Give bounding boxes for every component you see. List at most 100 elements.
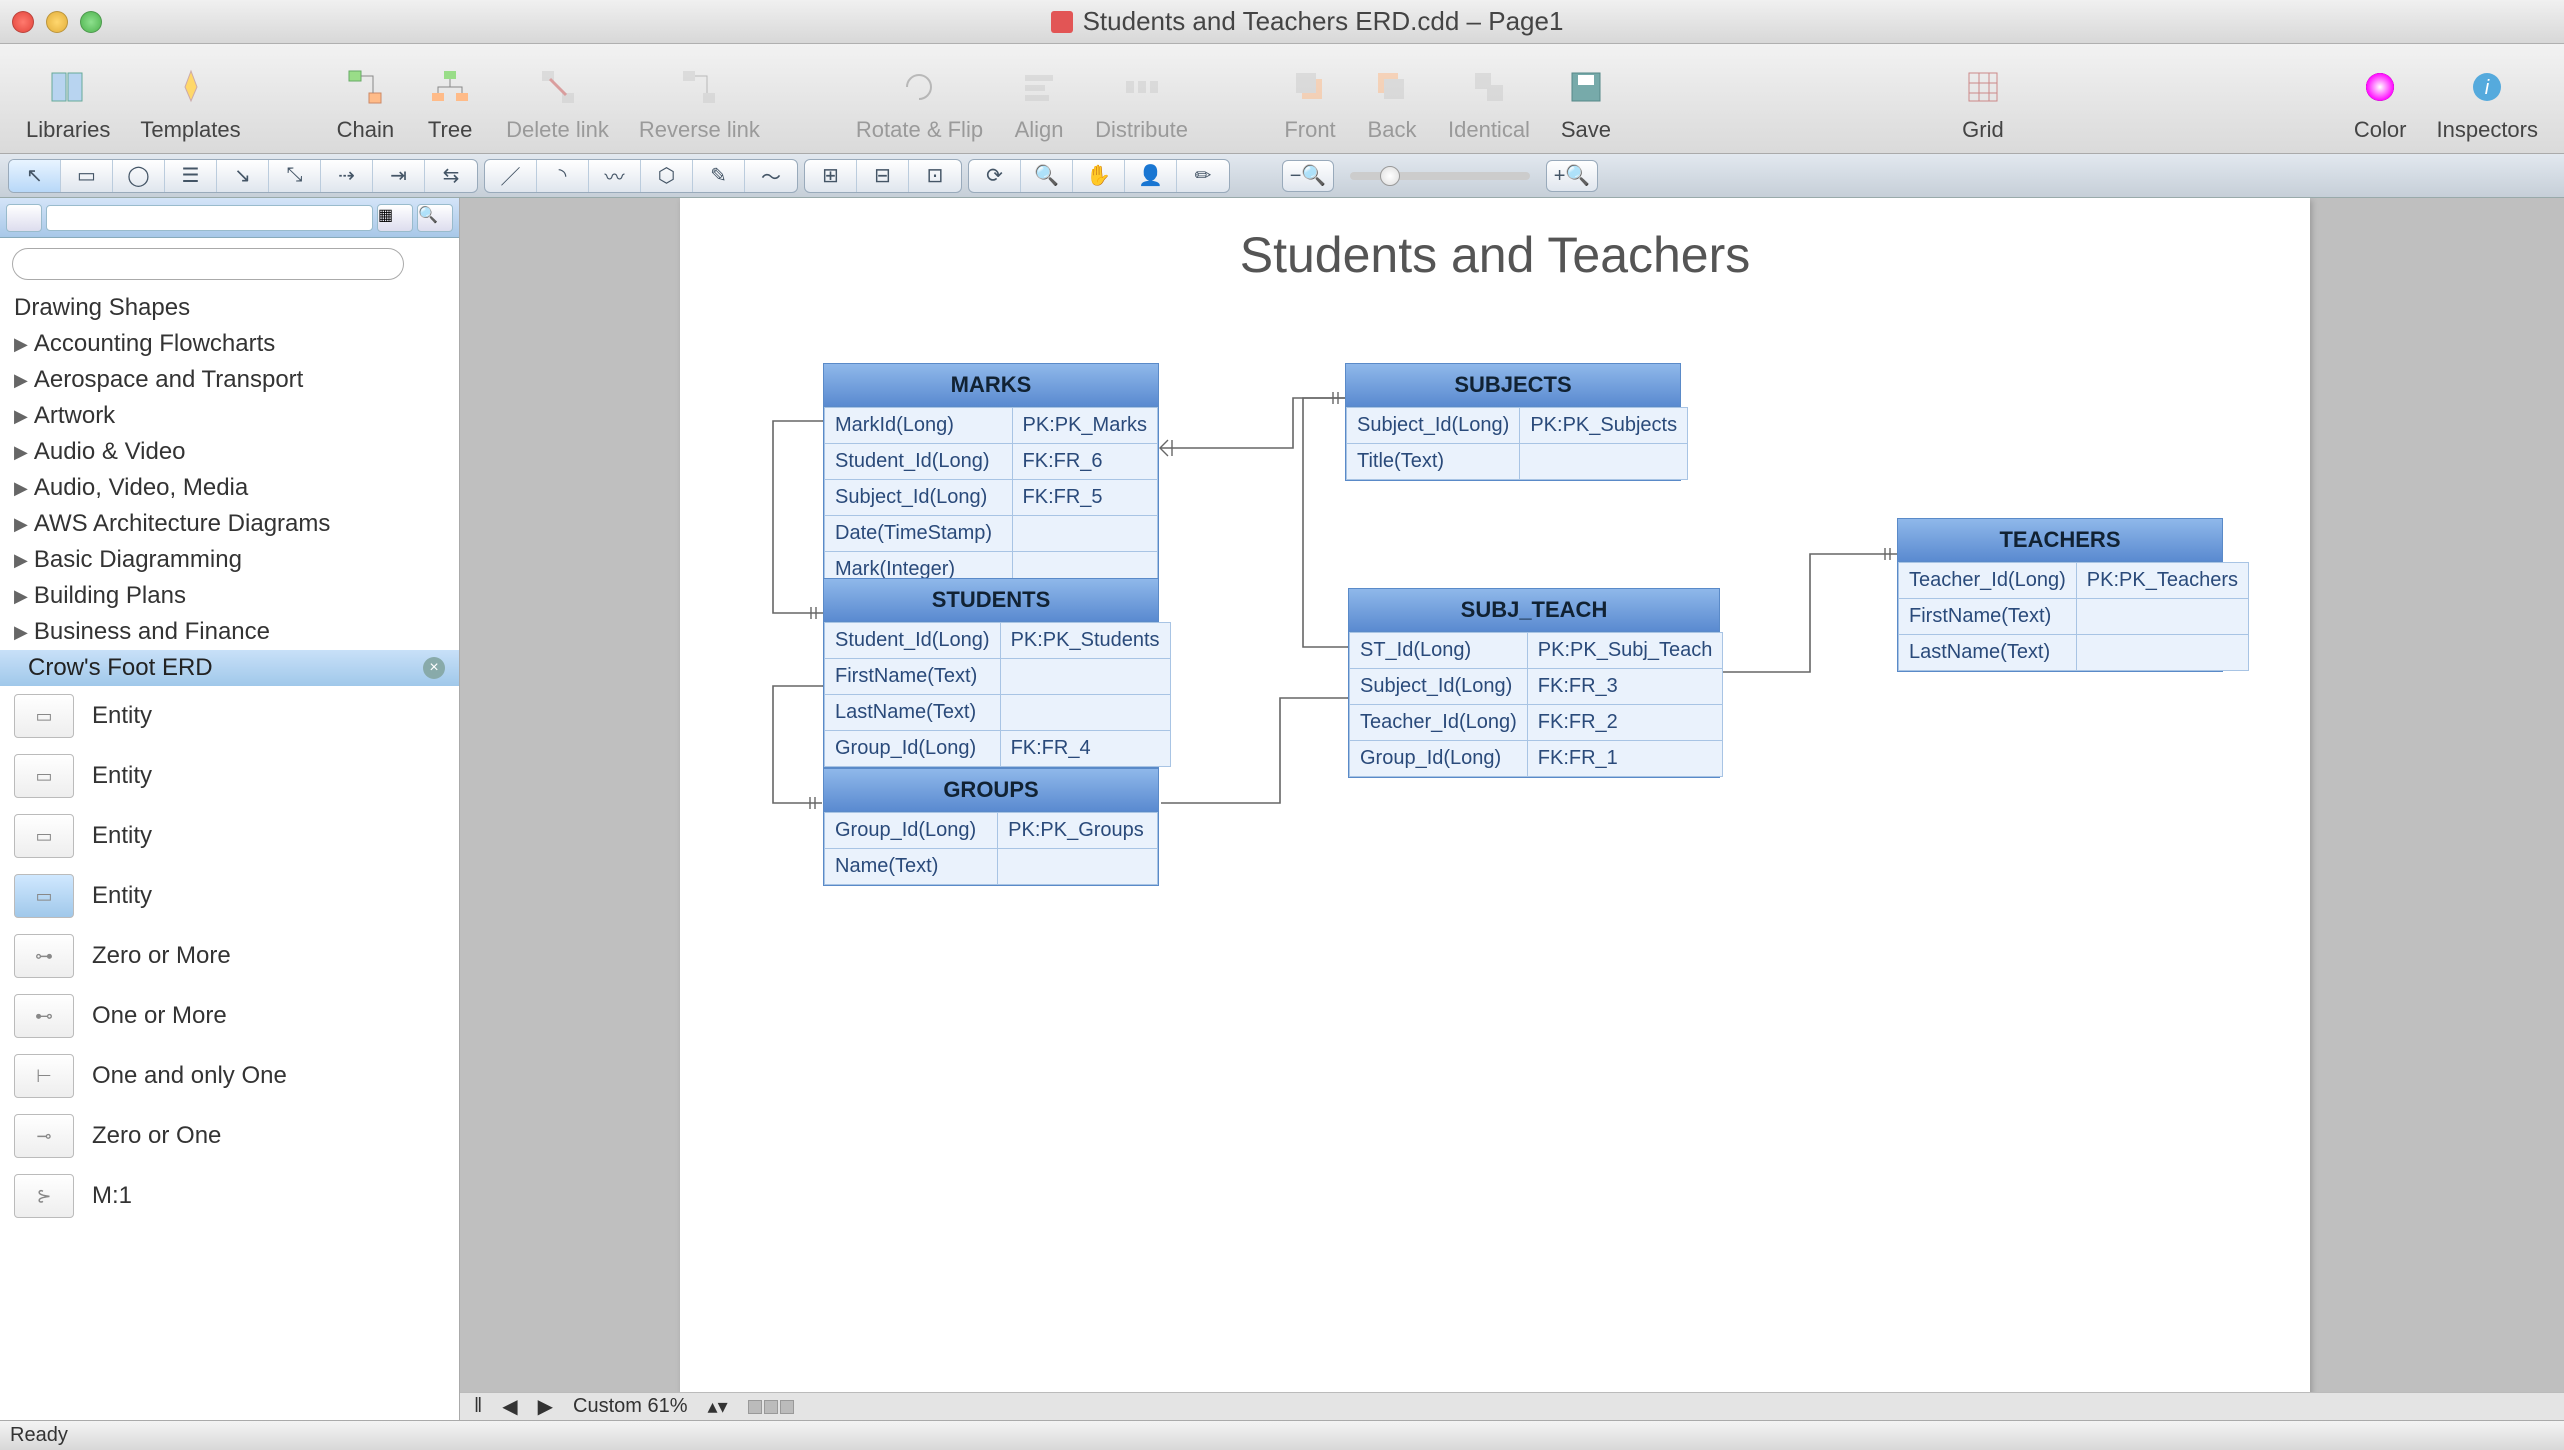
zoom-slider[interactable] [1350,172,1530,180]
snap1-tool[interactable]: ⊞ [805,160,857,192]
shape-entity-4[interactable]: ▭Entity [0,866,459,926]
category-artwork[interactable]: ▶Artwork [0,398,459,434]
zoom-tool[interactable]: 🔍 [1021,160,1073,192]
zoom-label[interactable]: Custom 61% [567,1395,694,1418]
ellipse-tool[interactable]: ◯ [113,160,165,192]
drawing-shapes-header: Drawing Shapes [0,290,459,326]
sidebar-grid-view[interactable]: ▦ [377,204,413,232]
inspectors-button[interactable]: iInspectors [2425,59,2551,147]
sidebar-view-toggle[interactable] [6,204,42,232]
erd-table-students[interactable]: STUDENTS Student_Id(Long)PK:PK_Students … [823,578,1159,768]
category-crows-foot[interactable]: Crow's Foot ERD× [0,650,459,686]
pause-icon[interactable]: ‖ [468,1395,488,1418]
align-button[interactable]: Align [1001,59,1077,147]
category-accounting[interactable]: ▶Accounting Flowcharts [0,326,459,362]
zoom-out-button[interactable]: −🔍 [1282,160,1334,192]
rect-tool[interactable]: ▭ [61,160,113,192]
rotate-tool[interactable]: ⟳ [969,160,1021,192]
category-aws[interactable]: ▶AWS Architecture Diagrams [0,506,459,542]
sidebar-search-button[interactable]: 🔍 [417,204,453,232]
shape-one-and-only-one[interactable]: ⊢One and only One [0,1046,459,1106]
status-bar: Ready [0,1420,2564,1450]
library-search-input[interactable] [12,248,404,280]
sidebar-filter-input[interactable] [46,205,373,231]
shape-zero-or-more[interactable]: ⊶Zero or More [0,926,459,986]
window-title: Students and Teachers ERD.cdd – Page1 [102,6,2512,37]
connector1-tool[interactable]: ↘ [217,160,269,192]
diagram-title: Students and Teachers [680,226,2310,284]
erd-table-teachers[interactable]: TEACHERS Teacher_Id(Long)PK:PK_Teachers … [1897,518,2223,672]
titlebar: Students and Teachers ERD.cdd – Page1 [0,0,2564,44]
shape-entity-3[interactable]: ▭Entity [0,806,459,866]
save-button[interactable]: Save [1548,59,1624,147]
view-mode-1[interactable] [748,1400,762,1414]
bezier-tool[interactable]: ✎ [693,160,745,192]
close-window-button[interactable] [12,11,34,33]
freehand-tool[interactable]: 〜 [745,160,797,192]
shape-entity-1[interactable]: ▭Entity [0,686,459,746]
back-button[interactable]: Back [1354,59,1430,147]
window-title-text: Students and Teachers ERD.cdd – Page1 [1083,6,1564,37]
category-list: Drawing Shapes ▶Accounting Flowcharts ▶A… [0,290,459,686]
zoom-in-button[interactable]: +🔍 [1546,160,1598,192]
grid-button[interactable]: Grid [1945,59,2021,147]
connector2-tool[interactable]: ⤡ [269,160,321,192]
snap3-tool[interactable]: ⊡ [909,160,961,192]
libraries-button[interactable]: Libraries [14,59,122,147]
document-icon [1051,11,1073,33]
tree-button[interactable]: Tree [412,59,488,147]
chain-button[interactable]: Chain [325,59,406,147]
erd-table-subjects[interactable]: SUBJECTS Subject_Id(Long)PK:PK_Subjects … [1345,363,1681,481]
connector5-tool[interactable]: ⇆ [425,160,477,192]
shape-palette: ▭Entity ▭Entity ▭Entity ▭Entity ⊶Zero or… [0,686,459,1226]
page[interactable]: Students and Teachers [680,198,2310,1420]
zoom-window-button[interactable] [80,11,102,33]
category-aerospace[interactable]: ▶Aerospace and Transport [0,362,459,398]
shape-m-1[interactable]: ⊱M:1 [0,1166,459,1226]
connector3-tool[interactable]: ⇢ [321,160,373,192]
diagram-card: MARKS MarkId(Long)PK:PK_Marks Student_Id… [720,308,2270,1420]
front-button[interactable]: Front [1272,59,1348,147]
arc-tool[interactable]: ◝ [537,160,589,192]
erd-table-marks[interactable]: MARKS MarkId(Long)PK:PK_Marks Student_Id… [823,363,1159,589]
page-navigation-bar: ‖ ◀ ▶ Custom 61% ▴▾ [460,1392,2564,1420]
minimize-window-button[interactable] [46,11,68,33]
shape-one-or-more[interactable]: ⊷One or More [0,986,459,1046]
prev-page-button[interactable]: ◀ [496,1394,523,1419]
category-audio-video[interactable]: ▶Audio & Video [0,434,459,470]
zoom-stepper-icon[interactable]: ▴▾ [702,1394,734,1419]
category-building[interactable]: ▶Building Plans [0,578,459,614]
templates-button[interactable]: Templates [128,59,252,147]
eyedropper-tool[interactable]: 👤 [1125,160,1177,192]
curve-tool[interactable]: 〰 [589,160,641,192]
erd-table-subj-teach[interactable]: SUBJ_TEACH ST_Id(Long)PK:PK_Subj_Teach S… [1348,588,1720,778]
distribute-button[interactable]: Distribute [1083,59,1200,147]
close-icon[interactable]: × [423,657,445,679]
view-mode-2[interactable] [764,1400,778,1414]
canvas[interactable]: Students and Teachers [460,198,2564,1420]
next-page-button[interactable]: ▶ [532,1394,559,1419]
shape-zero-or-one[interactable]: ⊸Zero or One [0,1106,459,1166]
sidebar-search [0,238,459,290]
color-button[interactable]: Color [2342,59,2419,147]
view-mode-3[interactable] [780,1400,794,1414]
rotate-flip-button[interactable]: Rotate & Flip [844,59,995,147]
category-business[interactable]: ▶Business and Finance [0,614,459,650]
snap2-tool[interactable]: ⊟ [857,160,909,192]
category-avm[interactable]: ▶Audio, Video, Media [0,470,459,506]
pointer-tool[interactable]: ↖ [9,160,61,192]
erd-table-groups[interactable]: GROUPS Group_Id(Long)PK:PK_Groups Name(T… [823,768,1159,886]
poly-tool[interactable]: ⬡ [641,160,693,192]
connector4-tool[interactable]: ⇥ [373,160,425,192]
reverse-link-button[interactable]: Reverse link [627,59,772,147]
status-text: Ready [10,1424,68,1447]
delete-link-button[interactable]: Delete link [494,59,621,147]
identical-button[interactable]: Identical [1436,59,1542,147]
hand-tool[interactable]: ✋ [1073,160,1125,192]
category-basic[interactable]: ▶Basic Diagramming [0,542,459,578]
shape-entity-2[interactable]: ▭Entity [0,746,459,806]
line-tool[interactable]: ／ [485,160,537,192]
main-toolbar: Libraries Templates Chain Tree Delete li… [0,44,2564,154]
crop-tool[interactable]: ✏ [1177,160,1229,192]
text-tool[interactable]: ☰ [165,160,217,192]
